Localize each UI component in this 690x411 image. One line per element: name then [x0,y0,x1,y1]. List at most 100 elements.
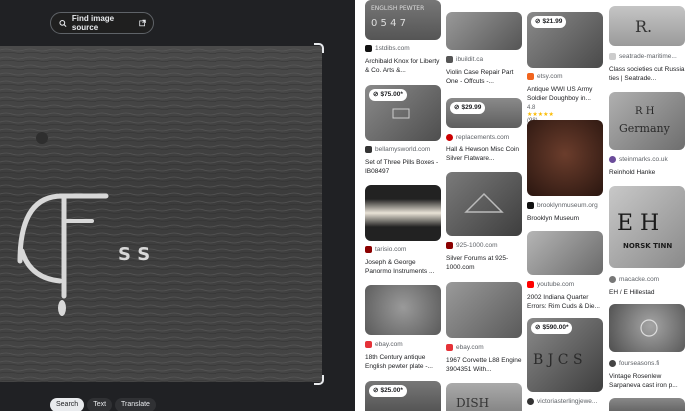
result-title[interactable]: Set of Three Pills Boxes - IB08497 [365,158,443,176]
site-favicon-icon [365,146,372,153]
pewter-mark-image: S S [0,46,322,382]
svg-text:NORSK TINN: NORSK TINN [623,242,672,250]
open-external-icon [139,19,146,27]
result-title[interactable]: EH / E Hillestad [609,288,687,297]
price-tag-icon: ⊘ [373,91,379,98]
result-title[interactable]: Reinhold Hanke [609,168,687,177]
svg-text:0 5 4 7: 0 5 4 7 [371,18,406,29]
lens-viewer-pane: Find image source S S Search Text Transl… [0,0,355,411]
site-favicon-icon [365,246,372,253]
result-source: youtube.com [537,281,575,288]
visual-matches-grid: ENGLISH PEWTER 0 5 4 7 1stdibs.com Archib… [355,0,690,411]
result-thumbnail[interactable]: ⊘ $25.00* [365,381,441,411]
price-tag-icon: ⊘ [535,18,541,25]
find-image-source-button[interactable]: Find image source [50,12,154,34]
price-badge: ⊘ $590.00* [531,322,573,334]
result-title[interactable]: 18th Century antique English pewter plat… [365,353,443,371]
mode-translate-tab[interactable]: Translate [115,398,156,411]
result-source: tarisio.com [375,246,407,253]
result-thumbnail[interactable] [527,120,603,196]
result-thumbnail[interactable] [609,398,685,411]
result-thumbnail[interactable] [446,282,522,338]
lens-initials: S S [118,244,150,265]
svg-text:E H: E H [617,211,659,236]
result-source: 1stdibs.com [375,45,410,52]
result-source: 925-1000.com [456,242,498,249]
crop-handle-top-right[interactable] [314,43,324,53]
result-title[interactable]: 2002 Indiana Quarter Errors: Rim Cuds & … [527,293,605,311]
price-badge: ⊘ $21.99 [531,16,567,28]
result-source: bellamysworld.com [375,146,431,153]
price-badge: ⊘ $29.99 [450,102,486,114]
result-thumbnail[interactable]: E H NORSK TINN [609,186,685,268]
result-source: fourseasons.fi [619,360,660,367]
site-favicon-icon [609,360,616,367]
etsy-favicon-icon [527,73,534,80]
mode-text-tab[interactable]: Text [87,398,113,411]
result-source: steinmarks.co.uk [619,156,668,163]
crop-handle-bottom-right[interactable] [314,375,324,385]
result-title[interactable]: Violin Case Repair Part One - Offcuts -.… [446,68,524,86]
svg-text:ENGLISH PEWTER: ENGLISH PEWTER [371,5,424,12]
result-thumbnail[interactable]: R. [609,6,685,46]
mode-switcher: Search Text Translate [50,398,156,411]
result-thumbnail[interactable] [365,185,441,241]
result-thumbnail[interactable] [527,231,603,275]
site-favicon-icon [446,344,453,351]
price-tag-icon: ⊘ [535,324,541,331]
result-thumbnail[interactable] [365,285,441,335]
find-image-source-label: Find image source [71,14,115,32]
price-badge: ⊘ $75.00* [369,89,407,101]
svg-text:R H: R H [635,106,655,117]
svg-text:R.: R. [635,17,652,36]
result-title[interactable]: Brooklyn Museum [527,214,605,223]
result-title[interactable]: Antique WWI US Army Soldier Doughboy in.… [527,85,605,103]
result-thumbnail[interactable] [446,172,522,236]
svg-text:B J C S: B J C S [533,352,583,368]
result-thumbnail[interactable] [446,12,522,50]
result-title[interactable]: Joseph & George Panormo Instruments ... [365,258,443,276]
result-title[interactable]: Hall & Hewson Misc Coin Silver Flatware.… [446,145,524,163]
result-thumbnail[interactable]: ⊘ $590.00* B J C S [527,318,603,392]
price-badge: ⊘ $25.00* [369,385,407,397]
result-source: ibuildit.ca [456,56,484,63]
result-thumbnail[interactable]: ENGLISH PEWTER 0 5 4 7 [365,0,441,40]
result-source: brooklynmuseum.org [537,202,598,209]
site-favicon-icon [609,53,616,60]
site-favicon-icon [446,56,453,63]
result-source: ebay.com [375,341,403,348]
result-title[interactable]: 1967 Corvette L88 Engine 3904351 With... [446,356,524,374]
result-title[interactable]: Class societies cut Russia ties | Seatra… [609,65,687,83]
query-image[interactable]: S S [0,46,322,382]
mode-search-tab[interactable]: Search [50,398,85,411]
site-favicon-icon [609,276,616,283]
result-thumbnail[interactable]: ⊘ $29.99 [446,98,522,128]
result-thumbnail[interactable]: DISH [446,383,522,411]
lens-search-icon [59,19,67,27]
result-source: replacements.com [456,134,510,141]
result-title[interactable]: Silver Forums at 925-1000.com [446,254,524,272]
svg-text:Germany: Germany [619,122,671,135]
youtube-favicon-icon [527,281,534,288]
result-source: victoriasterlingjewe... [537,398,598,405]
site-favicon-icon [527,202,534,209]
svg-text:DISH: DISH [456,396,489,410]
site-favicon-icon [365,45,372,52]
result-title[interactable]: Archibald Knox for Liberty & Co. Arts &.… [365,57,443,75]
result-source: ebay.com [456,344,484,351]
site-favicon-icon [446,134,453,141]
site-favicon-icon [446,242,453,249]
result-thumbnail[interactable]: R H Germany [609,92,685,150]
result-title[interactable]: Vintage Rosenlew Sarpaneva cast iron p..… [609,372,687,390]
result-thumbnail[interactable]: ⊘ $75.00* [365,85,441,141]
result-thumbnail[interactable] [609,304,685,352]
price-tag-icon: ⊘ [454,104,460,111]
result-thumbnail[interactable]: ⊘ $21.99 [527,12,603,68]
site-favicon-icon [527,398,534,405]
result-source: seatrade-maritime... [619,53,677,60]
price-tag-icon: ⊘ [373,387,379,394]
result-source: etsy.com [537,73,563,80]
site-favicon-icon [609,156,616,163]
site-favicon-icon [365,341,372,348]
result-source: macacke.com [619,276,660,283]
